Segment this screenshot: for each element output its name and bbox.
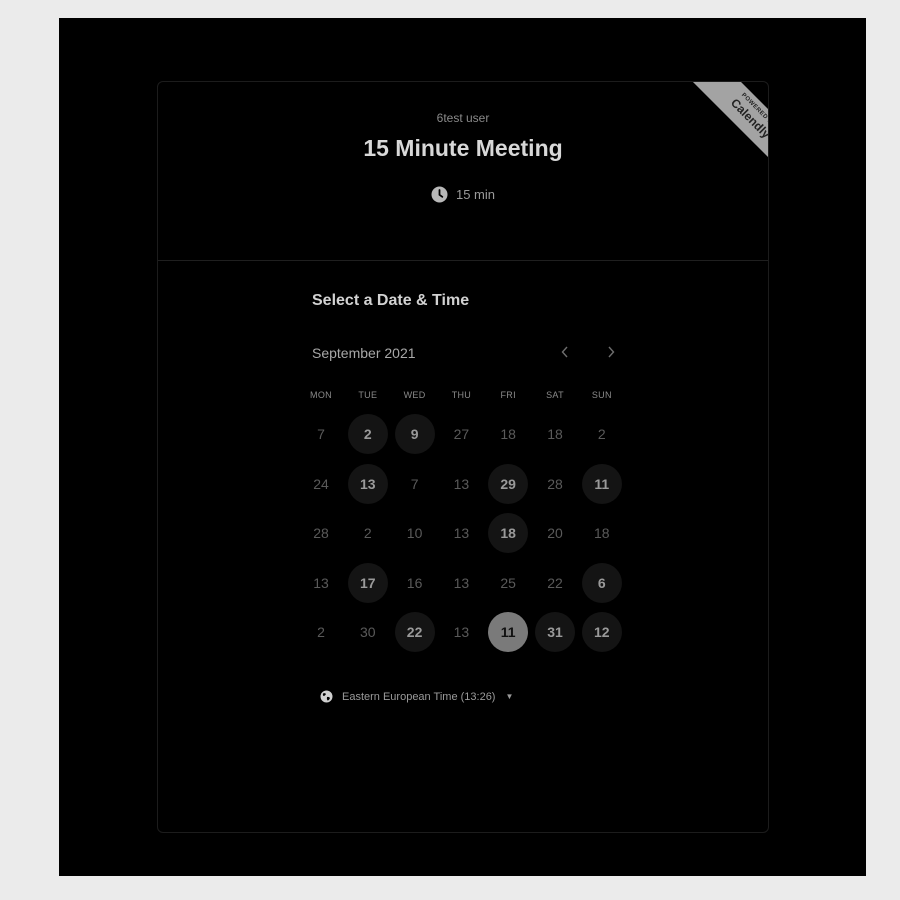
chevron-right-icon: [608, 346, 615, 358]
day-cell: 10: [406, 525, 423, 541]
day-cell: 2: [317, 624, 325, 640]
weekday-mon: MON: [310, 390, 332, 400]
weekday-thu: THU: [451, 390, 472, 400]
day-cell: 24: [313, 475, 329, 492]
powered-by-badge[interactable]: POWERED BY Calendly: [672, 82, 769, 178]
available-day[interactable]: 22: [394, 612, 435, 652]
day-cell: 13: [313, 574, 329, 591]
chevron-left-icon: [561, 346, 568, 358]
weekday-tue: TUE: [358, 390, 378, 400]
available-day[interactable]: 12: [581, 612, 622, 652]
day-cell: 7: [317, 426, 325, 442]
day-cell: 20: [547, 525, 563, 541]
available-day[interactable]: 13: [347, 463, 388, 504]
available-day[interactable]: 31: [535, 612, 575, 652]
day-cell: 7: [410, 475, 419, 492]
weekday-fri: FRI: [500, 390, 516, 400]
day-cell: 13: [453, 624, 470, 640]
calendly-logo: Calendly: [727, 95, 769, 142]
day-cell: 13: [453, 574, 470, 591]
day-cell: 27: [453, 426, 470, 442]
weekday-wed: WED: [403, 390, 426, 400]
day-cell: 2: [363, 525, 372, 541]
day-cell: 18: [594, 525, 610, 541]
month-label: September 2021: [312, 345, 416, 361]
day-cell: 22: [547, 574, 563, 591]
badge-ribbon: POWERED BY Calendly: [690, 82, 769, 178]
day-cell: 28: [313, 525, 329, 541]
day-cell: 13: [453, 525, 470, 541]
available-day[interactable]: 2: [347, 414, 388, 454]
day-cell: 30: [360, 624, 376, 640]
weekday-sun: SUN: [591, 390, 612, 400]
available-day[interactable]: 17: [347, 562, 388, 603]
day-cell: 25: [500, 574, 516, 591]
caret-down-icon: ▼: [505, 692, 514, 701]
available-day[interactable]: 29: [488, 463, 529, 504]
available-day[interactable]: 9: [394, 414, 435, 454]
available-day[interactable]: 6: [581, 562, 622, 603]
day-cell: 28: [547, 475, 563, 492]
globe-icon: [320, 690, 333, 703]
timezone-label: Eastern European Time (13:26): [342, 690, 496, 703]
select-date-heading: Select a Date & Time: [312, 292, 470, 309]
timezone-selector[interactable]: Eastern European Time (13:26) ▼: [320, 690, 513, 703]
event-duration: 15 min: [158, 186, 768, 203]
day-cell: 18: [547, 426, 563, 442]
available-day[interactable]: 11: [581, 463, 622, 504]
duration-label: 15 min: [455, 187, 496, 202]
selected-day[interactable]: 11: [488, 612, 529, 652]
weekday-sat: SAT: [546, 390, 564, 400]
next-month-button[interactable]: [601, 342, 621, 362]
day-cell: 2: [597, 426, 606, 442]
day-cell: 18: [500, 426, 516, 442]
previous-month-button[interactable]: [555, 342, 575, 362]
day-cell: 13: [453, 475, 470, 492]
available-day[interactable]: 18: [488, 513, 529, 553]
day-cell: 16: [406, 574, 423, 591]
clock-icon: [431, 186, 448, 203]
booking-card: 6test user 15 Minute Meeting 15 min POWE…: [157, 81, 769, 833]
